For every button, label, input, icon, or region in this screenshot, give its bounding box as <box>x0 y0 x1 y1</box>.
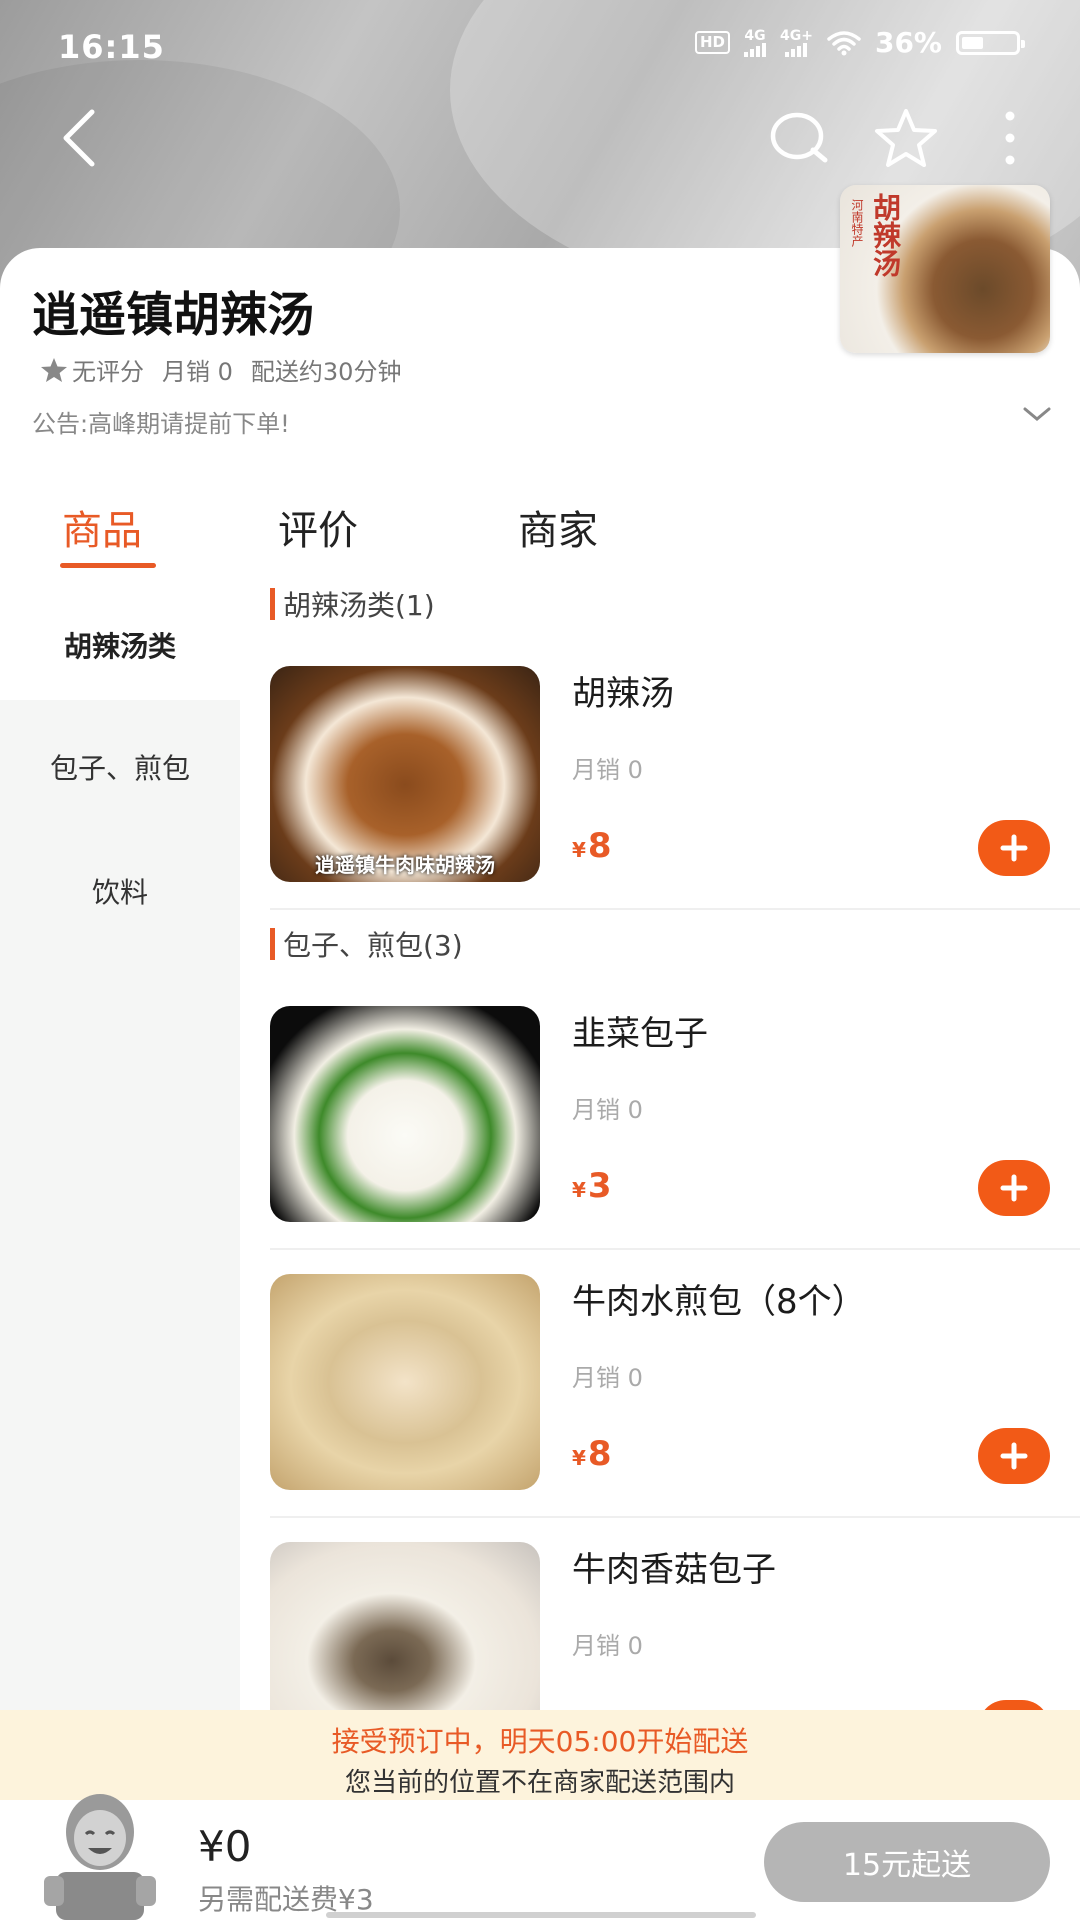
plus-icon <box>1000 1442 1028 1470</box>
section-header-baozi: 包子、煎包(3) <box>270 924 463 964</box>
signal-icon-2: 4G+ <box>780 29 813 57</box>
star-icon <box>41 357 67 382</box>
sidebar-item-drinks[interactable]: 饮料 <box>0 836 240 946</box>
rating-text: 无评分 <box>72 358 144 386</box>
divider <box>270 1248 1080 1250</box>
sidebar-item-baozi[interactable]: 包子、煎包 <box>0 712 240 822</box>
chevron-down-icon <box>1023 407 1051 421</box>
tab-reviews[interactable]: 评价 <box>278 498 358 556</box>
category-sidebar: 胡辣汤类 包子、煎包 饮料 <box>0 590 240 1710</box>
product-image <box>270 1274 540 1490</box>
shop-logo: 河南特产 胡辣汤 <box>840 185 1050 353</box>
product-image <box>270 1006 540 1222</box>
divider <box>270 908 1080 910</box>
favorite-button[interactable] <box>870 102 942 174</box>
battery-icon <box>956 30 1025 55</box>
product-name: 牛肉香菇包子 <box>572 1550 776 1590</box>
sidebar-item-hulatang[interactable]: 胡辣汤类 <box>0 590 240 700</box>
shop-notice: 公告:高峰期请提前下单! <box>32 410 290 438</box>
star-outline-icon <box>875 109 937 167</box>
tab-active-indicator <box>60 563 156 568</box>
status-bar: 16:15 HD 4G 4G+ 36% <box>0 0 1080 92</box>
cart-mascot-icon[interactable] <box>34 1772 166 1920</box>
battery-percent: 36% <box>874 26 942 59</box>
notice-expand-button[interactable] <box>1022 404 1052 428</box>
more-vertical-icon <box>1005 111 1015 165</box>
menu-item[interactable]: 逍遥镇牛肉味胡辣汤 胡辣汤 月销 0 ¥8 <box>270 666 1080 886</box>
monthly-sales: 月销 0 <box>162 358 233 386</box>
cart-bar: ¥0 另需配送费¥3 15元起送 <box>0 1794 1080 1920</box>
network-type-2: 4G+ <box>780 27 813 44</box>
more-button[interactable] <box>974 102 1046 174</box>
add-to-cart-button[interactable] <box>978 1160 1050 1216</box>
cart-total: ¥0 <box>198 1822 252 1871</box>
product-image: 逍遥镇牛肉味胡辣汤 <box>270 666 540 882</box>
delivery-time: 配送约30分钟 <box>250 358 402 386</box>
back-button[interactable] <box>42 102 114 174</box>
product-price: ¥3 <box>572 1166 612 1206</box>
preorder-text: 接受预订中，明天05:00开始配送 <box>331 1725 749 1758</box>
menu-item[interactable]: 韭菜包子 月销 0 ¥3 <box>270 1006 1080 1226</box>
add-to-cart-button[interactable] <box>978 820 1050 876</box>
network-type-1: 4G <box>744 27 766 44</box>
plus-icon <box>1000 834 1028 862</box>
plus-icon <box>1000 1174 1028 1202</box>
wifi-icon <box>827 30 861 55</box>
chevron-left-icon <box>63 109 95 167</box>
product-sales: 月销 0 <box>572 756 643 784</box>
divider <box>270 1516 1080 1518</box>
checkout-button[interactable]: 15元起送 <box>764 1822 1050 1902</box>
product-name: 韭菜包子 <box>572 1014 708 1054</box>
shop-name: 逍遥镇胡辣汤 <box>32 288 314 343</box>
shop-meta: 无评分 月销 0 配送约30分钟 <box>40 352 401 387</box>
tab-bar: 商品 评价 商家 <box>0 498 1080 570</box>
tab-merchant[interactable]: 商家 <box>518 498 598 556</box>
add-to-cart-button[interactable] <box>978 1428 1050 1484</box>
tab-products[interactable]: 商品 <box>62 498 142 556</box>
home-indicator[interactable] <box>326 1912 756 1918</box>
product-price: ¥8 <box>572 826 612 866</box>
product-name: 胡辣汤 <box>572 674 674 714</box>
search-button[interactable] <box>764 102 836 174</box>
product-sales: 月销 0 <box>572 1632 643 1660</box>
hd-icon: HD <box>694 31 730 54</box>
status-time: 16:15 <box>58 28 165 66</box>
product-price: ¥8 <box>572 1434 612 1474</box>
product-sales: 月销 0 <box>572 1096 643 1124</box>
signal-icon: 4G <box>744 29 766 57</box>
search-icon <box>770 112 828 163</box>
product-sales: 月销 0 <box>572 1364 643 1392</box>
section-header-hulatang: 胡辣汤类(1) <box>270 584 435 624</box>
product-name: 牛肉水煎包（8个） <box>572 1282 866 1322</box>
menu-item[interactable]: 牛肉水煎包（8个） 月销 0 ¥8 <box>270 1274 1080 1494</box>
